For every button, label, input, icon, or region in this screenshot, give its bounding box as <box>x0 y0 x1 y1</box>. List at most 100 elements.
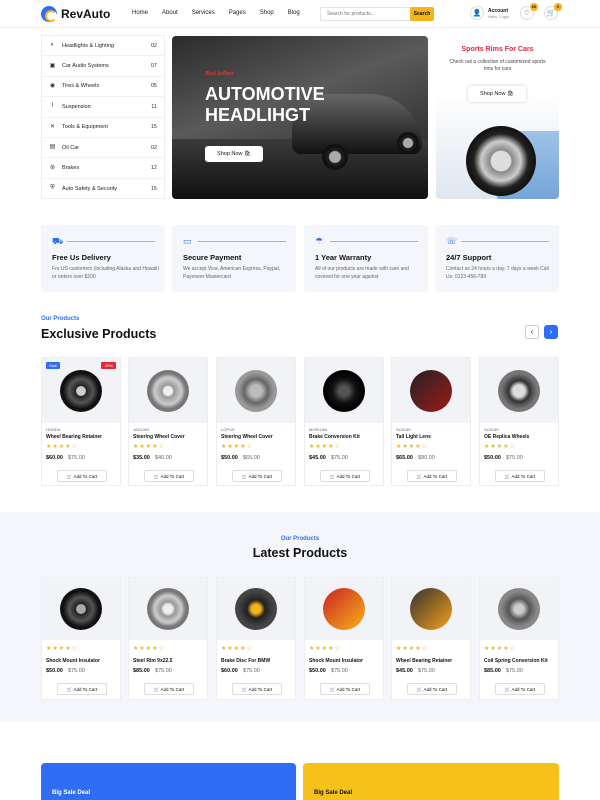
deal-banner[interactable]: Big Sale Deal <box>41 763 296 800</box>
product-card[interactable]: ★★★★☆ Steel Rim 9x22.5 $85.00 $75.00 🛒 A… <box>128 577 208 700</box>
product-card[interactable]: ★★★★☆ Coil Spring Conversion Kit $85.00 … <box>479 577 559 700</box>
add-to-cart-button[interactable]: 🛒 Add To Cart <box>407 470 457 482</box>
product-name[interactable]: OE Replica Wheels <box>484 434 529 440</box>
product-name[interactable]: Wheel Bearing Retainer <box>396 658 452 664</box>
add-to-cart-button[interactable]: 🛒 Add To Cart <box>495 683 545 695</box>
product-old-price: $75.00 <box>506 668 523 674</box>
promo-title: Sports Rims For Cars <box>461 46 534 53</box>
cart-icon: 🛒 <box>153 474 160 479</box>
category-brakes[interactable]: ⊚ Brakes 12 <box>42 158 164 179</box>
add-to-cart-button[interactable]: 🛒 Add To Cart <box>320 683 370 695</box>
product-image[interactable] <box>42 578 120 640</box>
wishlist-button[interactable]: ♡ 00 <box>520 3 538 20</box>
add-to-cart-label: Add To Cart <box>423 474 448 479</box>
prev-arrow-button[interactable]: ‹ <box>525 325 539 339</box>
product-image[interactable] <box>217 358 295 423</box>
add-to-cart-button[interactable]: 🛒 Add To Cart <box>232 470 282 482</box>
logo[interactable]: RevAuto <box>41 6 110 22</box>
product-old-price: $40.00 <box>155 455 172 461</box>
nav-about[interactable]: About <box>162 10 178 16</box>
account-link[interactable]: 👤 Account Hello, Login <box>470 6 509 20</box>
rating-stars: ★★★★☆ <box>133 646 165 652</box>
add-to-cart-button[interactable]: 🛒 Add To Cart <box>144 683 194 695</box>
product-card[interactable]: ★★★★☆ Shock Mount Insulator $50.00 $75.0… <box>41 577 121 700</box>
cart-icon: 🛒 <box>504 687 511 692</box>
cart-icon: 🛒 <box>153 687 160 692</box>
nav-shop[interactable]: Shop <box>260 10 274 16</box>
add-to-cart-button[interactable]: 🛒 Add To Cart <box>232 683 282 695</box>
product-name[interactable]: Shock Mount Insulator <box>46 658 100 664</box>
product-name[interactable]: Coil Spring Conversion Kit <box>484 658 548 664</box>
category-oil[interactable]: ▤ Oil Car 02 <box>42 138 164 159</box>
cart-button[interactable]: 🛒 0 <box>544 3 562 20</box>
product-price: $50.00 <box>484 455 501 461</box>
product-name[interactable]: Steel Rim 9x22.5 <box>133 658 172 664</box>
wishlist-count: 00 <box>530 3 538 11</box>
product-card[interactable]: SUZUKI OE Replica Wheels ★★★★☆ $50.00 $7… <box>479 357 559 486</box>
product-image[interactable] <box>305 358 383 423</box>
product-image[interactable] <box>129 578 207 640</box>
add-to-cart-button[interactable]: 🛒 Add To Cart <box>144 470 194 482</box>
product-card[interactable]: ★★★★☆ Wheel Bearing Retainer $45.00 $75.… <box>391 577 471 700</box>
next-arrow-button[interactable]: › <box>544 325 558 339</box>
nav-pages[interactable]: Pages <box>229 10 246 16</box>
product-image[interactable] <box>480 578 558 640</box>
product-image[interactable] <box>129 358 207 423</box>
category-safety[interactable]: ⛨ Auto Safety & Security 15 <box>42 179 164 199</box>
product-price: $45.00 <box>309 455 326 461</box>
add-to-cart-button[interactable]: 🛒 Add To Cart <box>57 683 107 695</box>
product-photo <box>235 588 277 630</box>
search-button[interactable]: Search <box>410 7 434 21</box>
feature-title: Secure Payment <box>183 253 242 262</box>
product-name[interactable]: Wheel Bearing Retainer <box>46 434 102 440</box>
product-name[interactable]: Steering Wheel Cover <box>221 434 273 440</box>
product-name[interactable]: Brake Conversion Kit <box>309 434 360 440</box>
product-image[interactable] <box>305 578 383 640</box>
product-card[interactable]: JAGUAR Steering Wheel Cover ★★★★☆ $35.00… <box>128 357 208 486</box>
cart-count: 0 <box>554 3 562 11</box>
truck-icon: ⛟ <box>52 236 64 246</box>
tools-icon: ✕ <box>49 123 56 130</box>
nav-home[interactable]: Home <box>132 10 148 16</box>
add-to-cart-button[interactable]: 🛒 Add To Cart <box>407 683 457 695</box>
product-name[interactable]: Steering Wheel Cover <box>133 434 185 440</box>
product-card[interactable]: ★★★★☆ Shock Mount Insulator $50.00 $75.0… <box>304 577 384 700</box>
product-card[interactable]: MORGAN Brake Conversion Kit ★★★★☆ $45.00… <box>304 357 384 486</box>
product-image[interactable] <box>392 578 470 640</box>
hero-tag: Best Sellers <box>205 71 234 77</box>
deal-banner[interactable]: Big Sale Deal <box>303 763 559 800</box>
add-to-cart-button[interactable]: 🛒 Add To Cart <box>320 470 370 482</box>
product-card[interactable]: ★★★★☆ Brake Disc For BMW $60.00 $75.00 🛒… <box>216 577 296 700</box>
product-name[interactable]: Shock Mount Insulator <box>309 658 363 664</box>
category-tires[interactable]: ◉ Tires & Wheels 05 <box>42 77 164 98</box>
product-image[interactable] <box>217 578 295 640</box>
user-icon: 👤 <box>470 6 484 20</box>
product-card[interactable]: HONDA Wheel Bearing Retainer ★★★★☆ $60.0… <box>41 357 121 486</box>
nav-services[interactable]: Services <box>192 10 215 16</box>
cart-icon: 🛒 <box>329 687 336 692</box>
add-to-cart-button[interactable]: 🛒 Add To Cart <box>495 470 545 482</box>
product-price: $50.00 <box>46 668 63 674</box>
nav-blog[interactable]: Blog <box>288 10 300 16</box>
product-image[interactable] <box>480 358 558 423</box>
hero-shop-button[interactable]: Shop Now 🛍 <box>205 146 263 162</box>
feature-support: ☏ 24/7 Support Contact us 24 hours a day… <box>435 225 559 292</box>
feature-desc: We accept Visa, American Express, Paypal… <box>183 266 281 280</box>
product-card[interactable]: SUZUKI Tail Light Lens ★★★★☆ $65.00 $80.… <box>391 357 471 486</box>
product-photo <box>147 588 189 630</box>
category-audio[interactable]: ▣ Car Audio Systems 07 <box>42 56 164 77</box>
product-name[interactable]: Brake Disc For BMW <box>221 658 270 664</box>
product-image[interactable] <box>392 358 470 423</box>
category-headlights[interactable]: ◐ Headlights & Lighting 02 <box>42 36 164 57</box>
product-photo <box>410 369 452 412</box>
discount-badge: -20% <box>100 362 116 369</box>
product-old-price: $75.00 <box>68 668 85 674</box>
product-card[interactable]: LOPUS Steering Wheel Cover ★★★★☆ $50.00 … <box>216 357 296 486</box>
promo-shop-button[interactable]: Shop Now 🛍 <box>468 86 526 102</box>
category-suspension[interactable]: ⌇ Suspension 11 <box>42 97 164 118</box>
feature-payment: ▭ Secure Payment We accept Visa, America… <box>172 225 296 292</box>
category-tools[interactable]: ✕ Tools & Equipment 15 <box>42 118 164 138</box>
product-price: $60.00 <box>221 668 238 674</box>
product-name[interactable]: Tail Light Lens <box>396 434 431 440</box>
add-to-cart-button[interactable]: 🛒 Add To Cart <box>57 470 107 482</box>
